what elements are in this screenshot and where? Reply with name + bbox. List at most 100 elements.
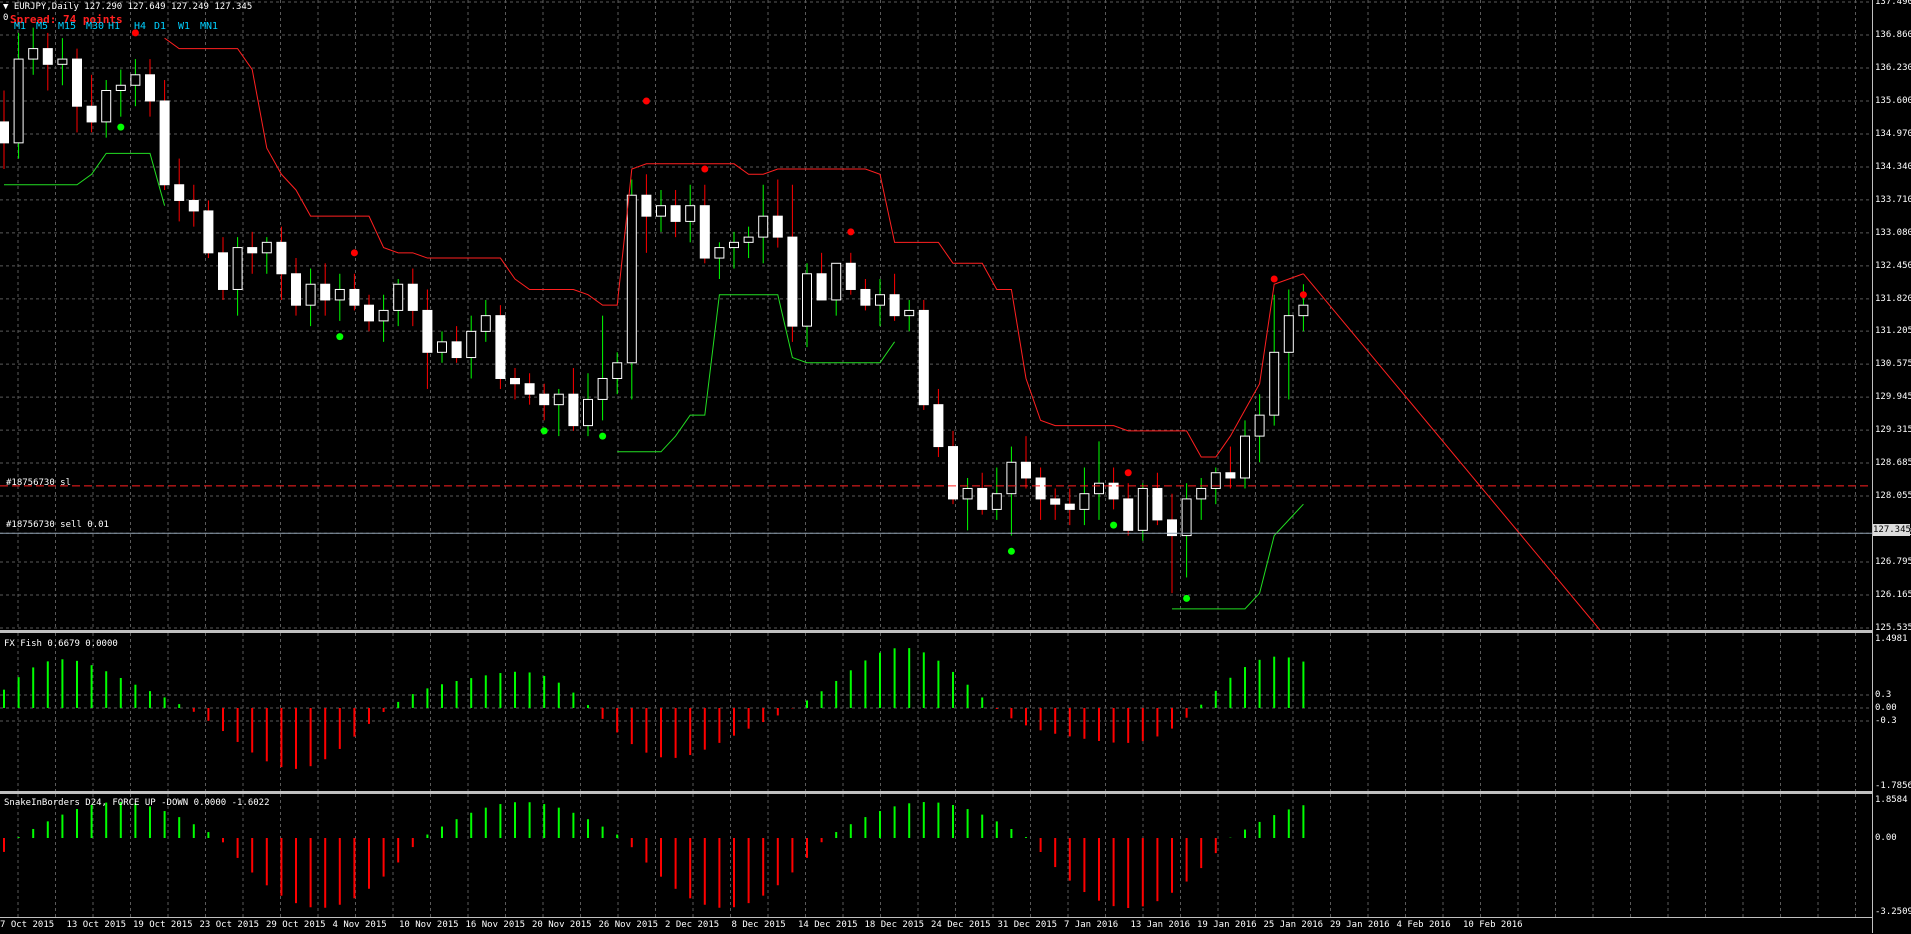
timeframe-mn1[interactable]: MN1 <box>200 21 218 32</box>
candle-body <box>729 241 739 249</box>
timeframe-h1[interactable]: H1 <box>108 21 120 32</box>
fx-fish-pane[interactable]: FX Fish 0.6679 0.0000 <box>0 633 1872 791</box>
candle-body <box>378 309 389 322</box>
sell-signal-dot <box>1299 291 1307 299</box>
price-chart-canvas[interactable] <box>0 0 1872 630</box>
buy-signal-dot <box>599 432 607 440</box>
buy-signal-dot <box>540 427 548 435</box>
candle-body <box>860 288 871 306</box>
candle-body <box>115 84 126 91</box>
date-tick-label: 29 Oct 2015 <box>266 920 326 930</box>
price-tick-label: 126.165 <box>1875 590 1911 600</box>
candle-body <box>42 48 53 65</box>
dropdown-triangle-icon[interactable]: ▼ <box>3 2 8 12</box>
sell-signal-dot <box>1124 469 1132 477</box>
timeframe-d1[interactable]: D1 <box>154 21 166 32</box>
price-tick-label: 134.340 <box>1875 161 1911 172</box>
candle-body <box>802 273 812 327</box>
price-tick-label: 126.795 <box>1875 557 1911 568</box>
candle-body <box>1079 493 1090 510</box>
date-tick-label: 4 Feb 2016 <box>1396 920 1451 930</box>
candle-body <box>510 377 520 385</box>
timeframe-m5[interactable]: M5 <box>36 21 48 32</box>
candle-body <box>597 377 608 400</box>
candle-body <box>977 487 988 510</box>
candle-body <box>1064 503 1075 510</box>
candle-body <box>1094 482 1104 495</box>
date-tick-label: 7 Jan 2016 <box>1064 920 1119 930</box>
candle-body <box>0 121 9 144</box>
zero-label: 0 <box>3 13 9 23</box>
candle-body <box>145 74 155 102</box>
candle-body <box>524 383 535 395</box>
timeframe-w1[interactable]: W1 <box>178 21 190 32</box>
candle-body <box>188 199 199 212</box>
candle-body <box>393 283 404 311</box>
price-tick-label: 129.945 <box>1875 392 1911 403</box>
candle-body <box>685 205 696 222</box>
candle-body <box>57 58 68 65</box>
candle-body <box>626 194 637 364</box>
date-tick-label: 16 Nov 2015 <box>465 920 526 930</box>
snake-title: SnakeInBorders D24, FORCE UP -DOWN 0.000… <box>4 798 270 808</box>
candle-body <box>758 215 769 238</box>
price-tick-label: 128.055 <box>1875 491 1911 502</box>
candle-body <box>495 315 506 379</box>
price-tick-label: 134.970 <box>1875 128 1911 139</box>
candle-body <box>1021 461 1031 479</box>
date-tick-label: 4 Nov 2015 <box>332 920 387 930</box>
date-tick-label: 29 Jan 2016 <box>1330 920 1390 930</box>
candle-body <box>1269 351 1280 416</box>
candle-body <box>1225 472 1236 479</box>
candle-body <box>28 48 39 60</box>
candle-body <box>612 362 623 379</box>
time-axis[interactable]: 7 Oct 2015 13 Oct 2015 19 Oct 2015 23 Oct 2… <box>0 917 1872 934</box>
price-tick-label: 133.710 <box>1875 194 1911 205</box>
snake-pane[interactable]: SnakeInBorders D24, FORCE UP -DOWN 0.000… <box>0 794 1872 920</box>
candle-body <box>72 58 82 107</box>
candle-body <box>320 283 331 301</box>
sell-signal-dot <box>847 228 855 236</box>
candle-body <box>743 236 754 243</box>
candle-body <box>1137 487 1148 531</box>
candle-body <box>437 341 447 353</box>
candle-body <box>962 487 973 500</box>
candle-body <box>232 247 243 290</box>
timeframe-m30[interactable]: M30 <box>86 21 104 32</box>
candle-body <box>568 393 579 427</box>
fx-fish-title: FX Fish 0.6679 0.0000 <box>4 639 118 649</box>
timeframe-h4[interactable]: H4 <box>134 21 146 32</box>
candle-body <box>991 493 1002 510</box>
symbol-line: EURJPY,Daily 127.290 127.649 127.249 127… <box>13 2 253 12</box>
snake-canvas <box>3 794 1856 917</box>
candle-body <box>130 74 141 86</box>
fx-fish-canvas <box>0 633 1872 791</box>
date-tick-label: 26 Nov 2015 <box>598 920 659 930</box>
sell-signal-dot <box>350 249 358 257</box>
candle-body <box>875 294 885 306</box>
price-tick-label: 133.080 <box>1875 227 1911 238</box>
candle-body <box>583 398 593 427</box>
candle-body <box>218 252 228 290</box>
buy-signal-dot <box>1007 547 1015 555</box>
candle-body <box>1240 435 1250 479</box>
candle-body <box>1254 414 1265 437</box>
price-axis[interactable]: 137.490 136.860 136.230 135.600 134.970 134.3… <box>1872 0 1911 933</box>
timeframe-m15[interactable]: M15 <box>58 21 76 32</box>
snake-tick-label: 0.00 <box>1875 833 1897 843</box>
candle-body <box>1283 315 1294 353</box>
candle-body <box>364 304 374 322</box>
candle-body <box>276 241 287 275</box>
date-tick-label: 2 Dec 2015 <box>665 920 720 930</box>
candle-body <box>772 215 783 238</box>
timeframe-m1[interactable]: M1 <box>14 21 26 32</box>
price-chart-pane[interactable]: ▼ EURJPY,Daily 127.290 127.649 127.249 1… <box>0 0 1872 630</box>
price-tick-label: 125.535 <box>1875 623 1911 633</box>
candle-body <box>816 273 827 301</box>
candle-body <box>1298 304 1309 317</box>
candle-body <box>261 241 272 254</box>
candle-body <box>831 262 842 301</box>
candle-body <box>889 294 900 317</box>
sell-signal-dot <box>642 97 650 105</box>
buy-signal-dot <box>117 123 125 131</box>
